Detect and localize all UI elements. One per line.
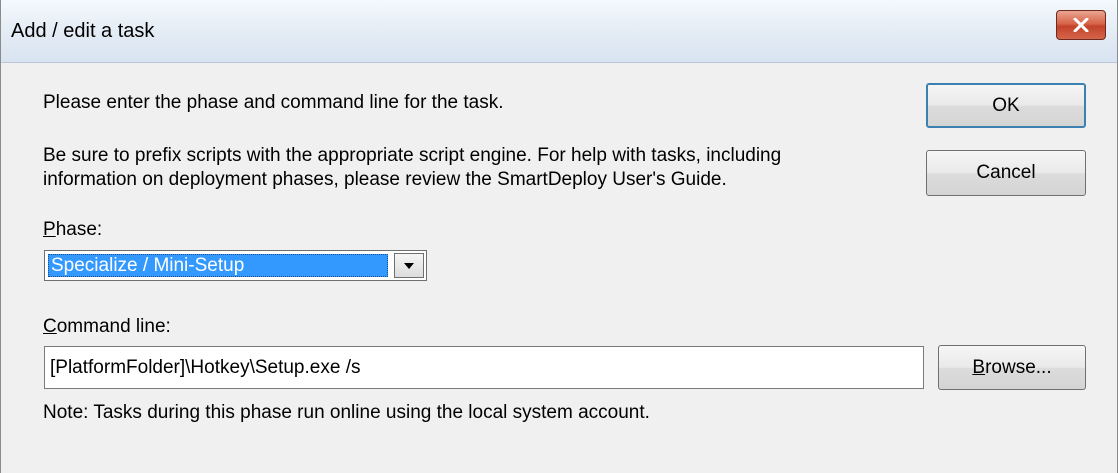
command-line-input[interactable] [44,346,924,389]
cancel-button[interactable]: Cancel [926,150,1086,196]
chevron-down-icon [404,262,414,269]
browse-button[interactable]: Browse... [938,345,1086,390]
help-text-line2: information on deployment phases, please… [43,169,727,190]
ok-button[interactable]: OK [926,83,1086,128]
close-button[interactable] [1056,10,1106,40]
command-line-label: Command line: [43,316,171,338]
note-text: Note: Tasks during this phase run online… [43,402,650,423]
phase-dropdown-arrow[interactable] [394,253,424,278]
phase-dropdown[interactable]: Specialize / Mini-Setup [44,250,427,281]
close-icon [1073,18,1089,32]
phase-label-mnemonic: P [43,219,56,240]
dialog-body: Please enter the phase and command line … [1,63,1117,473]
add-edit-task-dialog: Add / edit a task Please enter the phase… [0,0,1118,473]
command-line-label-rest: ommand line: [56,316,171,337]
title-bar[interactable]: Add / edit a task [1,0,1117,63]
command-line-label-mnemonic: C [43,316,57,337]
phase-selected-value: Specialize / Mini-Setup [48,254,388,277]
browse-button-rest: rowse... [985,356,1052,378]
help-text-line1: Be sure to prefix scripts with the appro… [43,145,782,166]
browse-button-mnemonic: B [972,356,986,378]
phase-label: Phase: [43,219,102,241]
phase-label-rest: hase: [55,219,103,240]
window-title: Add / edit a task [11,20,155,42]
intro-text: Please enter the phase and command line … [43,92,504,113]
